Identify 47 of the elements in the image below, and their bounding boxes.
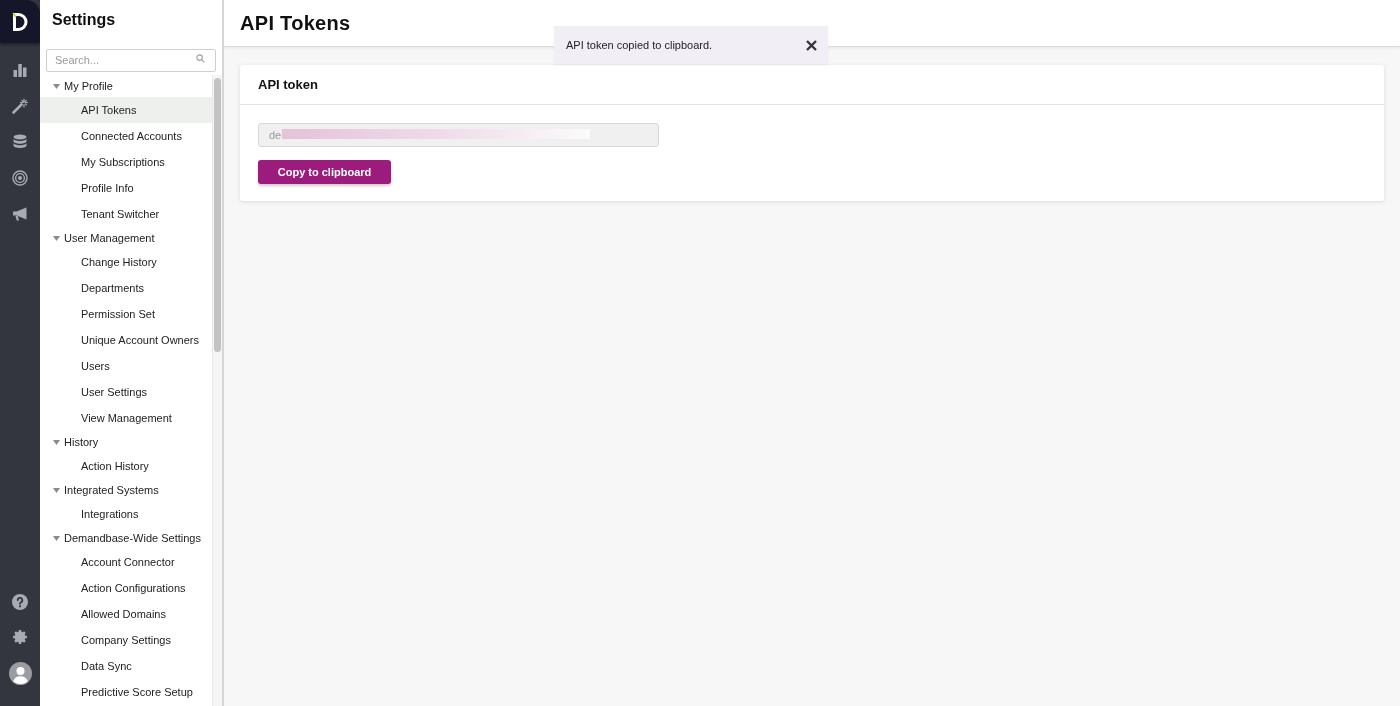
sidebar-item[interactable]: My Subscriptions <box>40 149 212 175</box>
wand-icon[interactable] <box>12 98 28 114</box>
tree-group[interactable]: History <box>40 431 212 453</box>
sidebar-item[interactable]: Action History <box>40 453 212 479</box>
tree-group[interactable]: My Profile <box>40 75 212 97</box>
sidebar-item[interactable]: Predictive Score Setup <box>40 679 212 705</box>
card-title: API token <box>258 75 318 94</box>
sidebar-item[interactable]: Action Configurations <box>40 575 212 601</box>
sidebar-item[interactable]: Allowed Domains <box>40 601 212 627</box>
sidebar-item[interactable]: Users <box>40 353 212 379</box>
sidebar-item[interactable]: View Management <box>40 405 212 431</box>
settings-icon[interactable] <box>13 630 27 644</box>
sidebar-item[interactable]: Permission Set <box>40 301 212 327</box>
caret-icon[interactable] <box>53 235 60 241</box>
caret-icon[interactable] <box>53 439 60 445</box>
sidebar-item[interactable]: Company Settings <box>40 627 212 653</box>
sidebar-item[interactable]: User Settings <box>40 379 212 405</box>
megaphone-icon[interactable] <box>12 206 28 222</box>
database-icon[interactable] <box>12 134 28 150</box>
sidebar-item[interactable]: Account Connector <box>40 549 212 575</box>
sidebar-item[interactable]: Unique Account Owners <box>40 327 212 353</box>
tree-group[interactable]: User Management <box>40 227 212 249</box>
logo-icon[interactable] <box>0 0 40 43</box>
sidebar-item[interactable]: Tenant Switcher <box>40 201 212 227</box>
sidebar-item[interactable]: Departments <box>40 275 212 301</box>
sidebar-item[interactable]: API Tokens <box>40 97 212 123</box>
target-icon[interactable] <box>12 170 28 186</box>
copy-button[interactable]: Copy to clipboard <box>258 160 391 184</box>
sidebar-item[interactable]: Integrations <box>40 501 212 527</box>
sidebar-title: Settings <box>52 10 117 30</box>
page-title: API Tokens <box>240 11 351 36</box>
help-icon[interactable] <box>12 594 28 610</box>
scrollbar-thumb[interactable] <box>214 78 221 352</box>
caret-icon[interactable] <box>53 83 60 89</box>
tree-group[interactable]: Demandbase-Wide Settings <box>40 527 212 549</box>
avatar-icon[interactable] <box>8 662 32 685</box>
sidebar-item[interactable]: Connected Accounts <box>40 123 212 149</box>
search-field[interactable]: Search... <box>46 48 216 72</box>
caret-icon[interactable] <box>53 487 60 493</box>
tree-group[interactable]: Integrated Systems <box>40 479 212 501</box>
caret-icon[interactable] <box>53 535 60 541</box>
sidebar-item[interactable]: Data Sync <box>40 653 212 679</box>
toast-message: API token copied to clipboard. <box>566 37 713 53</box>
bar-chart-icon[interactable] <box>12 62 28 78</box>
sidebar-item[interactable]: Profile Info <box>40 175 212 201</box>
sidebar-item[interactable]: Change History <box>40 249 212 275</box>
close-icon[interactable] <box>806 39 817 51</box>
